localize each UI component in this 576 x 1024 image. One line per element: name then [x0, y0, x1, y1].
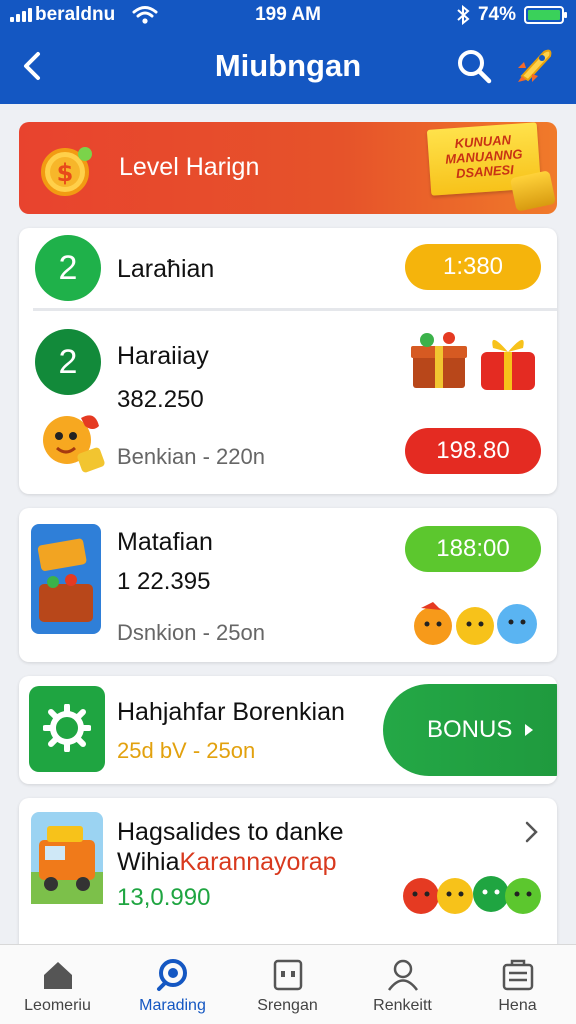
play-arrow-icon [525, 724, 533, 736]
status-bar: beraldnu 199 AM 74% [0, 0, 576, 30]
battery-percent: 74% [477, 4, 516, 25]
rank-badge: 2 [35, 329, 101, 395]
item-name: Haraiiay [117, 342, 209, 370]
tab-wallet[interactable]: Srengan [230, 945, 345, 1024]
item-name: Laraħian [117, 255, 215, 283]
bluetooth-icon [457, 5, 470, 25]
item-subtitle: Benkian - 220n [117, 444, 265, 469]
price-pill[interactable]: 198.80 [405, 428, 541, 474]
shop-basket-icon [31, 524, 101, 634]
mascots-group-icon [403, 876, 541, 914]
gift-chest-icon [411, 332, 467, 388]
battery-icon [524, 6, 567, 24]
bonus-button[interactable]: BONUS [383, 684, 557, 776]
item-name-line2: WihiaKarannayorap [117, 848, 337, 877]
tab-label: Renkeitt [373, 997, 432, 1014]
item-name-dark: Wihia [117, 848, 180, 876]
search-icon[interactable] [454, 46, 494, 86]
leaderboard-card: 2 Laraħian 1:380 2 Haraiiay 382.250 Benk… [19, 228, 557, 494]
tab-label: Marading [139, 997, 206, 1014]
level-banner[interactable]: $ Level Harign KUNUAN MANUANNG DSANESI [19, 122, 557, 214]
discover-icon [157, 959, 187, 991]
tab-label: Hena [498, 997, 537, 1014]
bonus-card: Hahjahfar Borenkian 25d bV - 25on BONUS [19, 676, 557, 784]
truck-icon [31, 812, 103, 904]
item-name-red: Karannayorap [179, 848, 337, 876]
item-amount: 382.250 [117, 386, 204, 413]
tab-label: Srengan [257, 997, 318, 1014]
wallet-icon [273, 959, 303, 991]
top-nav-bar: Miubngan [0, 30, 576, 104]
item-name: Hagsalides to danke [117, 818, 344, 846]
tab-profile[interactable]: Renkeitt [345, 945, 460, 1024]
svg-text:$: $ [57, 159, 74, 187]
promo-ribbon: KUNUAN MANUANNG DSANESI [407, 122, 557, 214]
main-content[interactable]: $ Level Harign KUNUAN MANUANNG DSANESI 2… [0, 104, 576, 944]
price-pill[interactable]: 1:380 [405, 244, 541, 290]
tab-list[interactable]: Hena [460, 945, 575, 1024]
gift-box-icon [481, 339, 535, 390]
rocket-icon[interactable] [514, 44, 556, 86]
settings-tile [29, 686, 105, 772]
reward-card: Matafian 1 22.395 Dsnkion - 25on 188:00 [19, 508, 557, 662]
item-name: Hahjahfar Borenkian [117, 698, 345, 726]
rank-badge: 2 [35, 235, 101, 301]
chevron-right-icon[interactable] [521, 820, 541, 844]
bottom-tab-bar: Leomeriu Marading Srengan Renkeitt Hena [0, 944, 576, 1024]
home-icon [44, 962, 72, 989]
mascots-icon [414, 602, 537, 645]
gear-icon [43, 704, 91, 752]
item-subtitle: 25d bV - 25on [117, 738, 256, 763]
dollar-coin-icon: $ [41, 147, 92, 196]
list-icon [502, 959, 534, 991]
tab-label: Leomeriu [24, 997, 91, 1014]
gold-chest-icon [509, 170, 557, 212]
item-subtitle: Dsnkion - 25on [117, 620, 265, 645]
banner-label: Level Harign [119, 153, 260, 181]
mascot-coin-icon [43, 415, 105, 473]
item-name: Matafian [117, 528, 213, 556]
delivery-card: Hagsalides to danke WihiaKarannayorap 13… [19, 798, 557, 944]
item-amount: 1 22.395 [117, 568, 211, 595]
tab-discover[interactable]: Marading [115, 945, 230, 1024]
tab-home[interactable]: Leomeriu [0, 945, 115, 1024]
item-amount: 13,0.990 [117, 884, 211, 911]
profile-icon [387, 959, 419, 991]
row-divider [33, 308, 557, 311]
price-pill[interactable]: 188:00 [405, 526, 541, 572]
bonus-label: BONUS [427, 716, 513, 743]
